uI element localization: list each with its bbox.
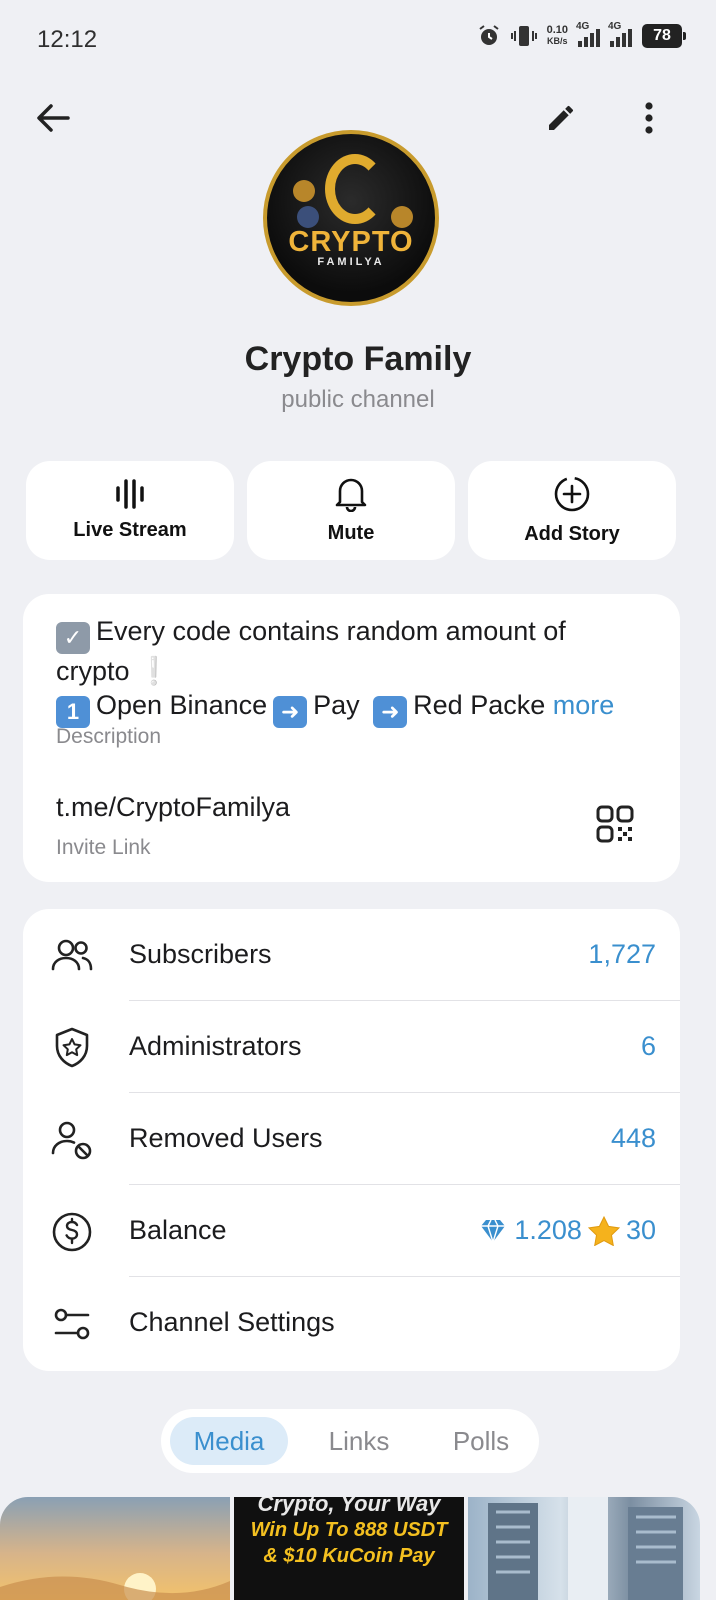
invite-link[interactable]: t.me/CryptoFamilya — [56, 792, 290, 823]
ad-line-3: & $10 KuCoin Pay — [263, 1545, 435, 1567]
live-stream-button[interactable]: Live Stream — [26, 461, 234, 560]
channel-name: Crypto Family — [244, 340, 472, 378]
add-story-label: Add Story — [524, 523, 620, 545]
media-thumbnail-building[interactable] — [468, 1497, 700, 1600]
more-options-button[interactable] — [625, 94, 673, 142]
stats-card: Subscribers 1,727 Administrators 6 Remov… — [23, 909, 680, 1371]
balance-row[interactable]: Balance 1.208 30 — [23, 1185, 680, 1277]
qr-code-button[interactable] — [591, 800, 639, 848]
tab-media[interactable]: Media — [170, 1417, 288, 1465]
arrow-right-icon: ➜ — [273, 696, 308, 728]
ad-line-2: Win Up To 888 USDT — [250, 1519, 448, 1541]
signal-icon: 4G — [576, 21, 600, 47]
live-stream-icon — [116, 479, 144, 509]
balance-ton: 1.208 — [514, 1215, 582, 1245]
pencil-icon — [549, 105, 573, 130]
media-thumbnail-ad[interactable]: Crypto, Your Way Win Up To 888 USDT & $1… — [234, 1497, 464, 1600]
qr-code-icon — [596, 805, 634, 843]
removed-users-row[interactable]: Removed Users 448 — [23, 1093, 680, 1185]
coin-icon-3 — [391, 206, 413, 228]
media-thumbnail[interactable] — [0, 1497, 230, 1600]
removed-users-label: Removed Users — [129, 1123, 323, 1153]
administrators-row[interactable]: Administrators 6 — [23, 1001, 680, 1093]
sunset-image — [0, 1573, 230, 1600]
channel-type: public channel — [281, 386, 435, 413]
arrow-left-icon — [37, 104, 70, 132]
signal-icon-2: 4G — [608, 21, 632, 47]
subscribers-label: Subscribers — [129, 939, 272, 969]
check-box-icon: ✓ — [56, 622, 90, 654]
avatar-title: CRYPTO — [288, 226, 414, 258]
channel-settings-label: Channel Settings — [129, 1307, 335, 1337]
mute-button[interactable]: Mute — [247, 461, 455, 560]
star-icon — [587, 1215, 620, 1246]
subscribers-count: 1,727 — [588, 939, 656, 969]
user-blocked-icon — [51, 1121, 92, 1160]
balance-value: 1.208 30 — [478, 1215, 656, 1246]
info-card: ✓ Every code contains random amount of cr… — [23, 594, 680, 882]
add-story-icon — [554, 476, 590, 512]
status-bar: 12:12 0.10 KB/s 4G 4G 78 — [0, 0, 716, 80]
sliders-icon — [54, 1308, 90, 1340]
avatar-subtitle: FAMILYA — [317, 256, 385, 268]
net-speed: 0.10 KB/s — [546, 24, 568, 47]
logo-c-icon — [325, 154, 385, 224]
more-vertical-icon — [645, 102, 653, 134]
status-icons: 0.10 KB/s 4G 4G 78 — [477, 21, 686, 48]
exclamation-icon: ❕ — [137, 656, 171, 686]
removed-users-count: 448 — [610, 1123, 656, 1153]
back-button[interactable] — [29, 94, 77, 142]
mute-label: Mute — [327, 522, 375, 544]
balance-stars: 30 — [625, 1215, 656, 1245]
arrow-right-icon-2: ➜ — [373, 696, 408, 728]
administrators-count: 6 — [640, 1031, 656, 1061]
users-icon — [51, 939, 93, 971]
channel-settings-row[interactable]: Channel Settings — [23, 1277, 680, 1369]
description-text[interactable]: ✓ Every code contains random amount of cr… — [56, 614, 656, 728]
ton-diamond-icon — [481, 1219, 506, 1242]
alarm-icon — [478, 25, 499, 45]
shield-star-icon — [55, 1027, 89, 1068]
administrators-label: Administrators — [129, 1031, 302, 1061]
battery-icon: 78 — [642, 24, 686, 48]
edit-button[interactable] — [537, 94, 585, 142]
subscribers-row[interactable]: Subscribers 1,727 — [23, 909, 680, 1001]
bell-icon — [335, 478, 367, 512]
keycap-one-icon: 1 — [56, 696, 90, 728]
coin-icon — [293, 180, 315, 202]
buildings-image — [488, 1497, 683, 1600]
live-stream-label: Live Stream — [73, 519, 187, 541]
status-time: 12:12 — [37, 26, 98, 53]
balance-label: Balance — [129, 1215, 227, 1245]
more-link[interactable]: more — [553, 690, 615, 720]
coin-icon-2 — [297, 206, 319, 228]
invite-link-label: Invite Link — [56, 836, 151, 859]
media-tabs: Media Links Polls — [161, 1409, 539, 1473]
channel-avatar[interactable]: CRYPTO FAMILYA — [263, 130, 439, 306]
ad-line-1: Crypto, Your Way — [257, 1497, 441, 1516]
vibrate-icon — [510, 26, 537, 46]
tab-links[interactable]: Links — [301, 1417, 417, 1465]
dollar-circle-icon — [52, 1212, 92, 1252]
add-story-button[interactable]: Add Story — [468, 461, 676, 560]
description-label: Description — [56, 725, 162, 748]
tab-polls[interactable]: Polls — [423, 1417, 539, 1465]
